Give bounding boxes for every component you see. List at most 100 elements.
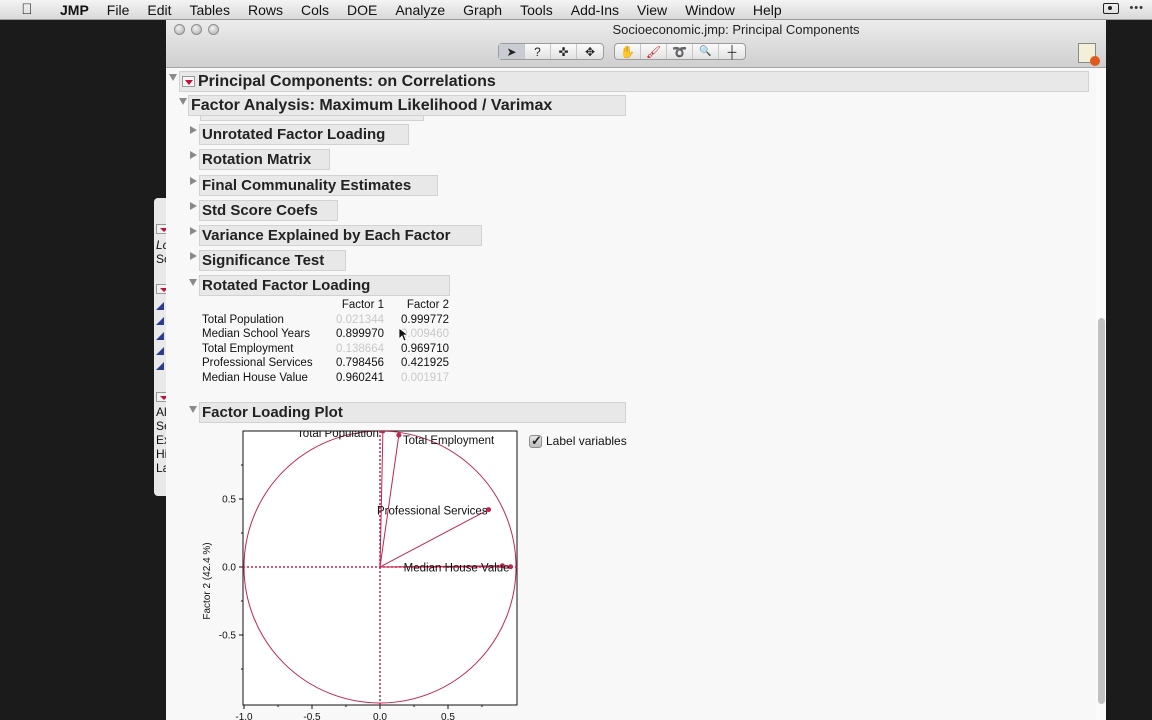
loading-value: 0.138664 (336, 342, 384, 355)
factor-loading-plot[interactable]: Total Population Total Employment Professi… (194, 425, 534, 720)
outline-title: Factor Analysis: Maximum Likelihood / Va… (191, 96, 553, 114)
window-titlebar[interactable]: Socioeconomic.jmp: Principal Components … (166, 20, 1106, 68)
loading-point (380, 431, 386, 434)
brush-icon[interactable]: 🖌 (641, 44, 667, 59)
menu-tables[interactable]: Tables (180, 0, 238, 20)
x-tick-label: -1.0 (235, 712, 253, 720)
loading-value: 0.421925 (401, 357, 449, 369)
loading-point (396, 432, 402, 438)
more-dots-icon[interactable]: ••• (1129, 2, 1144, 14)
disclosure-open-icon[interactable] (169, 74, 177, 81)
point-label: Total Population (297, 428, 379, 440)
menu-window[interactable]: Window (676, 0, 744, 20)
modeling-type-icon (156, 332, 164, 340)
report-content: Principal Components: on Correlations Fa… (166, 69, 1096, 720)
section-label: Significance Test (202, 252, 325, 269)
section-rotated-factor-loading[interactable]: Rotated Factor Loading (199, 275, 450, 296)
grabber-hand-icon[interactable]: ✋ (615, 44, 641, 59)
menu-tools[interactable]: Tools (511, 0, 562, 20)
loading-value: 0.899970 (336, 328, 384, 340)
tool-palette: ➤ ? ✜ ✥ ✋ 🖌 ➰ 🔍 ┼ (498, 43, 746, 60)
variable-name: Total Population (202, 313, 284, 326)
label-variables-checkbox[interactable]: Label variables (529, 433, 627, 449)
mouse-cursor-icon (398, 327, 408, 342)
help-question-icon[interactable]: ? (525, 44, 551, 59)
menu-add-ins[interactable]: Add-Ins (562, 0, 628, 20)
vertical-scrollbar[interactable] (1096, 69, 1106, 720)
point-label: Professional Services (377, 506, 488, 518)
modeling-type-icon (156, 317, 164, 325)
disclosure-closed-icon[interactable] (190, 177, 197, 185)
section-label: Variance Explained by Each Factor (202, 227, 451, 244)
report-window: Socioeconomic.jmp: Principal Components … (166, 20, 1106, 720)
section-unrotated-factor-loading[interactable]: Unrotated Factor Loading (199, 124, 409, 145)
disclosure-closed-icon[interactable] (190, 252, 197, 260)
magnifier-icon[interactable]: 🔍 (693, 44, 719, 59)
apple-menu-icon[interactable]:  (17, 1, 37, 18)
section-label: Rotated Factor Loading (202, 277, 371, 294)
tool-group-graph: ✋ 🖌 ➰ 🔍 ┼ (614, 43, 746, 60)
column-header: Factor 1 (341, 299, 384, 311)
disclosure-closed-icon[interactable] (190, 151, 197, 159)
section-significance-test[interactable]: Significance Test (199, 250, 346, 271)
disclosure-open-icon[interactable] (189, 406, 197, 413)
screen-recording-icon[interactable] (1103, 2, 1120, 14)
checkbox-label: Label variables (546, 434, 627, 448)
selection-crosshair-icon[interactable]: ✜ (551, 44, 577, 59)
point-label: Total Employment (403, 435, 495, 447)
red-triangle-menu-icon[interactable] (182, 76, 195, 87)
x-tick-label: 0.0 (373, 712, 387, 720)
section-std-score-coefs[interactable]: Std Score Coefs (199, 200, 338, 221)
script-icon[interactable] (1078, 43, 1100, 66)
table-row: Median House Value 0.960241 0.001917 (202, 371, 449, 386)
disclosure-closed-icon[interactable] (190, 227, 197, 235)
disclosure-open-icon[interactable] (179, 98, 187, 105)
variable-name: Median School Years (202, 328, 311, 340)
section-variance-explained[interactable]: Variance Explained by Each Factor (199, 225, 482, 246)
menu-analyze[interactable]: Analyze (386, 0, 454, 20)
menu-bar:  JMP File Edit Tables Rows Cols DOE Ana… (0, 0, 1152, 20)
disclosure-closed-icon[interactable] (190, 126, 197, 134)
arrow-pointer-icon[interactable]: ➤ (499, 44, 525, 59)
menu-app-jmp[interactable]: JMP (51, 0, 98, 20)
principal-components-outline[interactable]: Principal Components: on Correlations (179, 71, 1089, 92)
menu-cols[interactable]: Cols (292, 0, 338, 20)
section-label: Final Communality Estimates (202, 177, 412, 194)
section-label: Unrotated Factor Loading (202, 126, 386, 143)
move-arrows-icon[interactable]: ✥ (577, 44, 603, 59)
menu-rows[interactable]: Rows (239, 0, 292, 20)
section-factor-loading-plot[interactable]: Factor Loading Plot (199, 402, 626, 423)
modeling-type-icon (156, 362, 164, 370)
loading-value: 0.798456 (336, 357, 384, 369)
table-row: Median School Years 0.899970 0.009460 (202, 327, 449, 342)
section-rotation-matrix[interactable]: Rotation Matrix (199, 149, 330, 170)
y-tick-label: 0.5 (222, 495, 236, 506)
menu-view[interactable]: View (628, 0, 676, 20)
menu-file[interactable]: File (98, 0, 139, 20)
window-title: Socioeconomic.jmp: Principal Components (612, 22, 860, 37)
loading-value: 0.009460 (401, 328, 449, 340)
y-axis-label: Factor 2 (42.4 %) (202, 542, 213, 619)
variable-name: Total Employment (202, 342, 294, 355)
lasso-icon[interactable]: ➰ (667, 44, 693, 59)
section-final-communality-estimates[interactable]: Final Communality Estimates (199, 175, 438, 196)
loading-value: 0.021344 (336, 313, 384, 326)
factor-analysis-outline[interactable]: Factor Analysis: Maximum Likelihood / Va… (188, 95, 626, 116)
variable-name: Professional Services (202, 357, 313, 369)
y-tick-label: 0.0 (222, 563, 236, 574)
menu-doe[interactable]: DOE (338, 0, 386, 20)
loading-value: 0.001917 (401, 371, 449, 384)
menu-edit[interactable]: Edit (138, 0, 180, 20)
table-row: Total Population 0.021344 0.999772 (202, 313, 449, 328)
menu-help[interactable]: Help (744, 0, 791, 20)
crosshairs-icon[interactable]: ┼ (719, 44, 745, 59)
point-label: Median House Value (404, 563, 510, 575)
loading-value: 0.999772 (401, 313, 449, 326)
scrollbar-thumb[interactable] (1098, 318, 1105, 704)
disclosure-closed-icon[interactable] (190, 202, 197, 210)
column-header: Factor 2 (406, 299, 449, 311)
table-row: Total Employment 0.138664 0.969710 (202, 342, 449, 357)
disclosure-open-icon[interactable] (189, 279, 197, 286)
section-label: Factor Loading Plot (202, 404, 343, 421)
menu-graph[interactable]: Graph (454, 0, 511, 20)
